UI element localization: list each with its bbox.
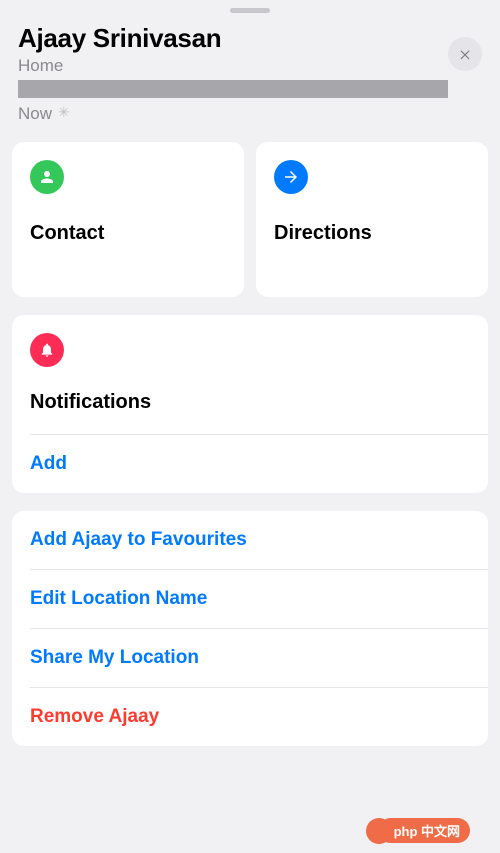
status-text: Now xyxy=(18,104,52,124)
address-redacted xyxy=(18,80,448,98)
contact-name: Ajaay Srinivasan xyxy=(18,23,482,54)
action-tiles: Contact Directions xyxy=(12,142,488,297)
content: Contact Directions Notifications Add Add… xyxy=(0,130,500,776)
contact-tile[interactable]: Contact xyxy=(12,142,244,297)
person-icon xyxy=(30,160,64,194)
bell-icon xyxy=(30,333,64,367)
edit-location-button[interactable]: Edit Location Name xyxy=(12,570,488,628)
header: Ajaay Srinivasan Home Now xyxy=(0,13,500,130)
status-row: Now xyxy=(18,104,482,124)
share-location-button[interactable]: Share My Location xyxy=(12,629,488,687)
close-button[interactable] xyxy=(448,37,482,71)
detail-sheet: Ajaay Srinivasan Home Now Contact Direct… xyxy=(0,0,500,853)
watermark-badge: php 中文网 xyxy=(378,818,470,843)
notifications-header: Notifications xyxy=(12,315,488,434)
add-notification-button[interactable]: Add xyxy=(12,435,488,493)
remove-person-button[interactable]: Remove Ajaay xyxy=(12,688,488,746)
directions-tile[interactable]: Directions xyxy=(256,142,488,297)
notifications-card: Notifications Add xyxy=(12,315,488,493)
contact-tile-label: Contact xyxy=(30,222,226,245)
location-label: Home xyxy=(18,56,482,76)
directions-tile-label: Directions xyxy=(274,222,470,245)
close-icon xyxy=(458,47,472,61)
directions-icon xyxy=(274,160,308,194)
actions-card: Add Ajaay to Favourites Edit Location Na… xyxy=(12,511,488,746)
notifications-title: Notifications xyxy=(30,391,470,414)
loading-spinner-icon xyxy=(58,106,74,122)
add-favourite-button[interactable]: Add Ajaay to Favourites xyxy=(12,511,488,569)
